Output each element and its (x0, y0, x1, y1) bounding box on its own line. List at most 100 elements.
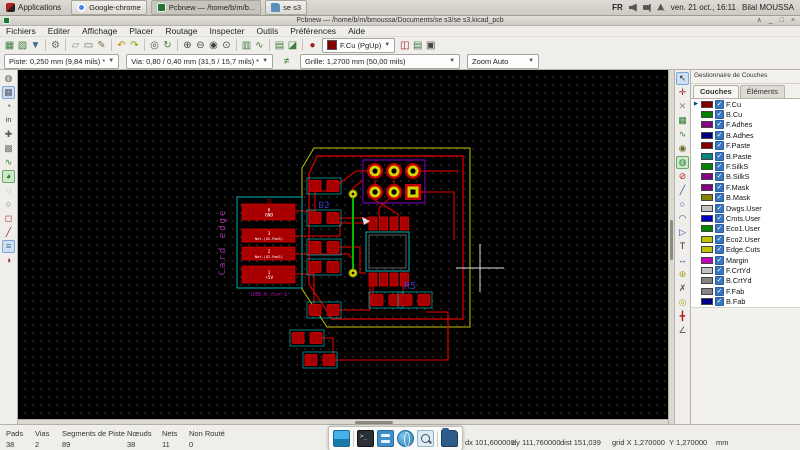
ratsnest-icon[interactable]: ▩ (2, 142, 15, 155)
layer-row-b.mask[interactable]: ✓ B.Mask (691, 193, 800, 203)
grid-toggle-icon[interactable]: ▦ (2, 86, 15, 99)
drc-icon[interactable]: ● (306, 39, 319, 52)
notifications-bell-icon[interactable] (656, 3, 665, 11)
user-name[interactable]: Bilal MOUSSA (742, 3, 794, 12)
layer-color-swatch[interactable] (701, 183, 713, 191)
layer-visibility-checkbox[interactable]: ✓ (715, 110, 724, 120)
route-track-icon[interactable]: ∿ (676, 128, 689, 141)
layer-row-eco2.user[interactable]: ✓ Eco2.User (691, 234, 800, 244)
layer-color-swatch[interactable] (701, 277, 713, 285)
layer-visibility-checkbox[interactable]: ✓ (715, 255, 724, 265)
add-keepout-icon[interactable]: ⊘ (676, 170, 689, 183)
grid-origin-icon[interactable]: ╋ (676, 310, 689, 323)
layer-color-swatch[interactable] (701, 121, 713, 129)
layer-row-f.cu[interactable]: ▶ ✓ F.Cu (691, 99, 800, 109)
layer-row-b.crtyd[interactable]: ✓ B.CrtYd (691, 276, 800, 286)
tab-éléments[interactable]: Éléments (739, 85, 785, 98)
refresh-icon[interactable]: ↻ (161, 39, 174, 52)
layer-color-swatch[interactable] (701, 100, 713, 108)
layer-visibility-checkbox[interactable]: ✓ (715, 141, 724, 151)
layer-color-swatch[interactable] (701, 131, 713, 139)
add-footprint-icon[interactable]: ▦ (676, 114, 689, 127)
add-target-icon[interactable]: ⊕ (676, 268, 689, 281)
layer-visibility-checkbox[interactable]: ✓ (715, 245, 724, 255)
layer-color-swatch[interactable] (701, 298, 713, 306)
layer-row-b.silks[interactable]: ✓ B.SilkS (691, 172, 800, 182)
web-browser-icon[interactable] (397, 430, 414, 447)
board-setup-icon[interactable]: ⚙ (49, 39, 62, 52)
swap-layers-icon[interactable]: ◫ (398, 39, 411, 52)
viewer-3d-icon[interactable]: ◪ (286, 39, 299, 52)
layer-row-f.silks[interactable]: ✓ F.SilkS (691, 161, 800, 172)
layer-visibility-checkbox[interactable]: ✓ (715, 265, 724, 275)
menu-fichiers[interactable]: Fichiers (0, 26, 42, 36)
layer-visibility-checkbox[interactable]: ✓ (715, 203, 724, 213)
layer-color-swatch[interactable] (701, 204, 713, 212)
plot-icon[interactable]: ✎ (95, 39, 108, 52)
layer-row-f.mask[interactable]: ✓ F.Mask (691, 182, 800, 192)
layer-color-swatch[interactable] (701, 142, 713, 150)
add-line-icon[interactable]: ╱ (676, 184, 689, 197)
layer-color-swatch[interactable] (701, 173, 713, 181)
track-sketch-icon[interactable]: ╱ (2, 226, 15, 239)
add-text-icon[interactable]: T (676, 240, 689, 253)
layer-visibility-checkbox[interactable]: ✓ (715, 276, 724, 286)
menu-outils[interactable]: Outils (250, 26, 284, 36)
delete-tool-icon[interactable]: ✗ (676, 282, 689, 295)
layer-row-b.cu[interactable]: ✓ B.Cu (691, 109, 800, 120)
pcb-editor-canvas[interactable]: 6 GND 3 Net-(U2-Pad1) 2 Net-(U2-Pad1) 1 +5V J1 … (18, 70, 668, 419)
taskbar-button[interactable]: Pcbnew — /home/b/m/b... (150, 0, 262, 15)
layer-visibility-checkbox[interactable]: ✓ (715, 99, 724, 109)
taskbar-button[interactable]: Google-chrome (71, 0, 147, 15)
battery-icon[interactable] (642, 3, 651, 12)
menu-placer[interactable]: Placer (123, 26, 159, 36)
maximize-window-icon[interactable]: □ (780, 17, 784, 24)
layer-color-swatch[interactable] (701, 287, 713, 295)
zone-unfilled-icon[interactable]: ◌ (2, 184, 15, 197)
zoom-fit-icon[interactable]: ◉ (207, 39, 220, 52)
select-tool-icon[interactable]: ↖ (676, 72, 689, 85)
polar-coords-icon[interactable]: ◔ (2, 100, 15, 113)
layer-row-b.fab[interactable]: ✓ B.Fab (691, 296, 800, 307)
menu-editer[interactable]: Editer (42, 26, 76, 36)
layer-row-b.paste[interactable]: ✓ B.Paste (691, 151, 800, 161)
layer-row-edge.cuts[interactable]: ✓ Edge.Cuts (691, 244, 800, 255)
add-polygon-icon[interactable]: ▷ (676, 226, 689, 239)
measure-icon[interactable]: ∠ (676, 324, 689, 337)
layer-color-swatch[interactable] (701, 214, 713, 222)
layer-visibility-checkbox[interactable]: ✓ (715, 224, 724, 234)
layer-row-eco1.user[interactable]: ✓ Eco1.User (691, 224, 800, 234)
redo-icon[interactable]: ↷ (128, 39, 141, 52)
menu-inspecter[interactable]: Inspecter (204, 26, 251, 36)
grid-size-select[interactable]: Grille: 1,2700 mm (50,00 mils) ▼ (300, 53, 461, 69)
local-ratsnest-icon[interactable]: ✕ (676, 100, 689, 113)
add-arc-icon[interactable]: ◠ (676, 212, 689, 225)
layer-visibility-checkbox[interactable]: ✓ (715, 297, 724, 307)
save-board-icon[interactable]: ▼ (29, 39, 42, 52)
route-mode-icon[interactable]: ∿ (253, 39, 266, 52)
vscrollbar-thumb[interactable] (670, 220, 673, 260)
layer-color-swatch[interactable] (701, 225, 713, 233)
layer-row-cmts.user[interactable]: ✓ Cmts.User (691, 213, 800, 223)
layer-color-swatch[interactable] (701, 256, 713, 264)
shade-window-icon[interactable]: ∧ (757, 17, 762, 24)
layer-row-f.adhes[interactable]: ✓ F.Adhes (691, 120, 800, 130)
curved-tracks-icon[interactable]: ∿ (2, 156, 15, 169)
layer-color-swatch[interactable] (701, 111, 713, 119)
layer-visibility-checkbox[interactable]: ✓ (715, 151, 724, 161)
layer-row-f.fab[interactable]: ✓ F.Fab (691, 286, 800, 296)
tab-couches[interactable]: Couches (693, 85, 739, 98)
route-settings-icon[interactable]: ▤ (411, 39, 424, 52)
library-browser-icon[interactable]: ▤ (273, 39, 286, 52)
layer-color-swatch[interactable] (701, 266, 713, 274)
print-icon[interactable]: ▭ (82, 39, 95, 52)
terminal-icon[interactable] (357, 430, 374, 447)
layer-visibility-checkbox[interactable]: ✓ (715, 193, 724, 203)
window-titlebar[interactable]: Pcbnew — /home/b/m/bmoussa/Documents/se … (0, 16, 800, 26)
keyboard-layout-indicator[interactable]: FR (612, 3, 623, 12)
layer-color-swatch[interactable] (701, 246, 713, 254)
highlight-mode-icon[interactable]: ▣ (424, 39, 437, 52)
layer-color-swatch[interactable] (701, 235, 713, 243)
add-circle-icon[interactable]: ○ (676, 198, 689, 211)
layer-visibility-checkbox[interactable]: ✓ (715, 172, 724, 182)
